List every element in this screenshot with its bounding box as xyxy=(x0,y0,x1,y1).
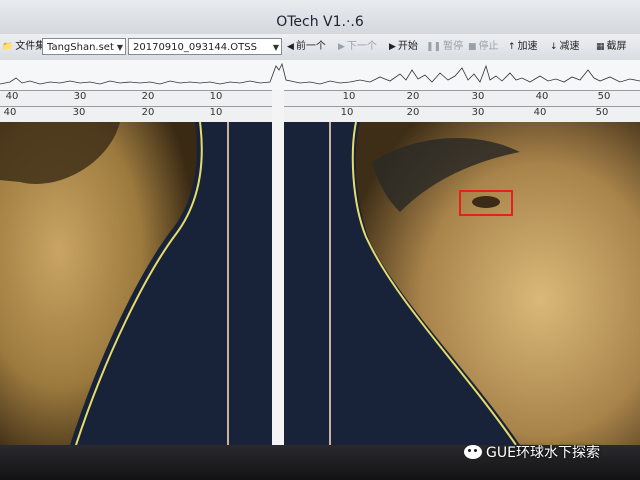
ruler-tick: 30 xyxy=(73,91,87,102)
next-icon: ▶ xyxy=(338,42,345,52)
ruler-tick: 50 xyxy=(595,107,609,118)
watermark-text: GUE环球水下探索 xyxy=(486,445,600,461)
wechat-icon xyxy=(464,445,482,459)
stop-button[interactable]: ■ 停止 xyxy=(468,38,499,55)
next-button[interactable]: ▶ 下一个 xyxy=(338,38,377,55)
open-fileset-button[interactable]: 📁 文件集 xyxy=(2,38,45,55)
start-button[interactable]: ▶ 开始 xyxy=(389,38,418,55)
pause-button[interactable]: ❚❚ 暂停 xyxy=(426,38,463,55)
ruler-tick: 30 xyxy=(471,107,485,118)
ruler-tick: 40 xyxy=(5,91,19,102)
fileset-select[interactable]: TangShan.set ▼ xyxy=(42,38,126,55)
ruler-tick: 10 xyxy=(209,91,223,102)
ruler-tick: 30 xyxy=(72,107,86,118)
file-label: 文件集 xyxy=(15,41,46,52)
ruler-tick: 10 xyxy=(209,107,223,118)
speedup-label: 加速 xyxy=(517,41,538,52)
toolbar: 📁 文件集 TangShan.set ▼ 20170910_093144.OTSS… xyxy=(0,34,640,61)
ruler-tick: 20 xyxy=(406,107,420,118)
speedup-button[interactable]: ↑ 加速 xyxy=(508,38,538,55)
prev-icon: ◀ xyxy=(287,42,294,52)
stop-label: 停止 xyxy=(478,41,499,52)
file-value: 20170910_093144.OTSS xyxy=(133,42,257,53)
start-label: 开始 xyxy=(397,41,418,52)
down-arrow-icon: ↓ xyxy=(550,42,558,52)
ruler-tick: 20 xyxy=(141,107,155,118)
ruler-tick: 30 xyxy=(471,91,485,102)
pause-icon: ❚❚ xyxy=(426,42,442,52)
next-label: 下一个 xyxy=(346,41,377,52)
ruler-tick: 10 xyxy=(342,91,356,102)
prev-label: 前一个 xyxy=(295,41,326,52)
pause-label: 暂停 xyxy=(443,41,464,52)
ruler-tick: 10 xyxy=(340,107,354,118)
snapshot-label: 截屏 xyxy=(606,41,627,52)
ruler-tick: 20 xyxy=(141,91,155,102)
side-scan-sonar-view xyxy=(0,122,640,445)
prev-button[interactable]: ◀ 前一个 xyxy=(287,38,326,55)
watermark: GUE环球水下探索 xyxy=(464,442,600,462)
camera-icon: ▦ xyxy=(596,42,605,52)
signal-waveform xyxy=(0,60,640,90)
slowdown-button[interactable]: ↓ 减速 xyxy=(550,38,580,55)
highlighted-target-box xyxy=(459,190,513,216)
play-icon: ▶ xyxy=(389,42,396,52)
up-arrow-icon: ↑ xyxy=(508,42,516,52)
fileset-value: TangShan.set xyxy=(47,42,114,53)
ruler-tick: 20 xyxy=(406,91,420,102)
chevron-down-icon: ▼ xyxy=(116,43,123,52)
ruler-tick: 40 xyxy=(535,91,549,102)
window-titlebar: OTech V1.·.6 xyxy=(0,0,640,35)
range-ruler-bottom: 40 30 20 10 0 10 20 30 40 50 xyxy=(0,106,640,123)
snapshot-button[interactable]: ▦ 截屏 xyxy=(596,38,627,55)
folder-icon: 📁 xyxy=(2,42,14,52)
stop-icon: ■ xyxy=(468,42,477,52)
nadir-center-line xyxy=(272,90,284,445)
ruler-tick: 40 xyxy=(3,107,17,118)
range-ruler-top: 40 30 20 10 0 10 20 30 40 50 xyxy=(0,90,640,107)
window-title: OTech V1.·.6 xyxy=(276,14,364,30)
ruler-tick: 40 xyxy=(533,107,547,118)
file-select[interactable]: 20170910_093144.OTSS ▼ xyxy=(128,38,282,55)
ruler-tick: 50 xyxy=(597,91,611,102)
chevron-down-icon: ▼ xyxy=(272,43,279,52)
slowdown-label: 减速 xyxy=(559,41,580,52)
